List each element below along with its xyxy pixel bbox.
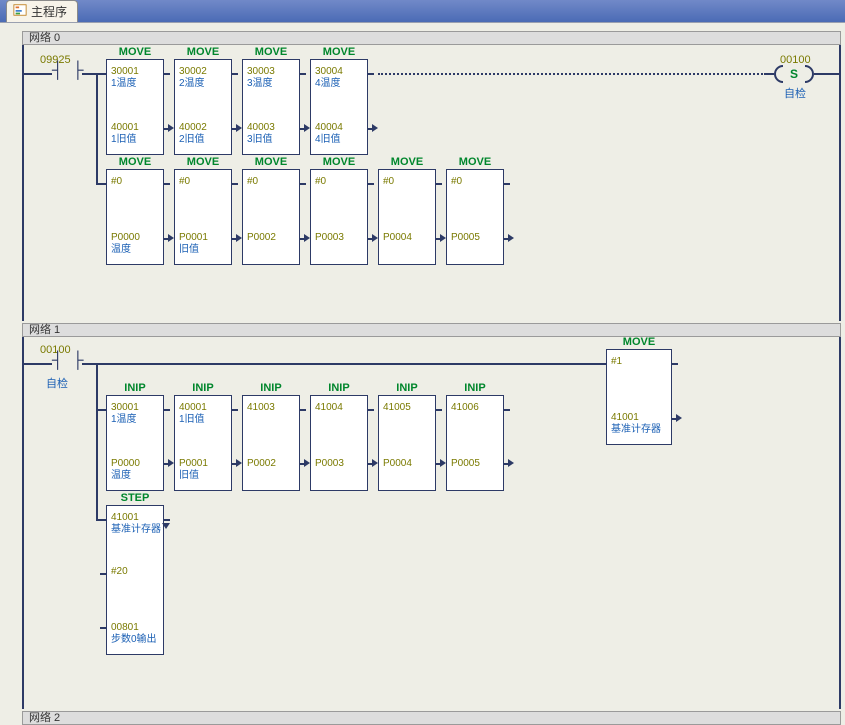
title-bar: 主程序 [0, 0, 845, 22]
coil-set-00100[interactable]: S [774, 65, 814, 83]
left-rail-net0 [22, 45, 24, 321]
left-rail-net1 [22, 337, 24, 709]
inip-block[interactable]: INIP 41005 P0004 [378, 395, 436, 491]
move-block[interactable]: MOVE 30004 4温度 40004 4旧值 [310, 59, 368, 155]
contact-00100-desc: 自检 [46, 375, 68, 391]
ladder-canvas[interactable]: 网络 0 09925 ┤ ├ 00100 S 自检 MOVE 30001 1温度… [0, 22, 845, 720]
contact-00100[interactable]: ┤ ├ [52, 356, 84, 366]
move-block[interactable]: MOVE #0 P0000 温度 [106, 169, 164, 265]
move-block[interactable]: MOVE #0 P0003 [310, 169, 368, 265]
inip-block[interactable]: INIP 40001 1旧值 P0001 旧值 [174, 395, 232, 491]
move-block[interactable]: MOVE #0 P0002 [242, 169, 300, 265]
tab-main-program[interactable]: 主程序 [6, 0, 78, 22]
move-block[interactable]: MOVE #1 41001 基准计存器 [606, 349, 672, 445]
right-rail-net0 [839, 45, 841, 321]
move-block[interactable]: MOVE #0 P0004 [378, 169, 436, 265]
move-block[interactable]: MOVE 30003 3温度 40003 3旧值 [242, 59, 300, 155]
network-2-header[interactable]: 网络 2 [22, 711, 841, 725]
move-block[interactable]: MOVE #0 P0005 [446, 169, 504, 265]
network-1-header[interactable]: 网络 1 [22, 323, 841, 337]
inip-block[interactable]: INIP 41006 P0005 [446, 395, 504, 491]
inip-block[interactable]: INIP 41004 P0003 [310, 395, 368, 491]
move-block[interactable]: MOVE 30002 2温度 40002 2旧值 [174, 59, 232, 155]
move-block[interactable]: MOVE #0 P0001 旧值 [174, 169, 232, 265]
program-icon [13, 3, 27, 20]
coil-00100-desc: 自检 [784, 85, 806, 101]
inip-block[interactable]: INIP 30001 1温度 P0000 温度 [106, 395, 164, 491]
tab-label: 主程序 [31, 3, 67, 20]
right-rail-net1 [839, 337, 841, 709]
contact-09925[interactable]: ┤ ├ [52, 66, 84, 76]
move-block[interactable]: MOVE 30001 1温度 40001 1旧值 [106, 59, 164, 155]
network-0-header[interactable]: 网络 0 [22, 31, 841, 45]
inip-block[interactable]: INIP 41003 P0002 [242, 395, 300, 491]
step-block[interactable]: STEP 41001 基准计存器 #20 00801 步数0输出 [106, 505, 164, 655]
